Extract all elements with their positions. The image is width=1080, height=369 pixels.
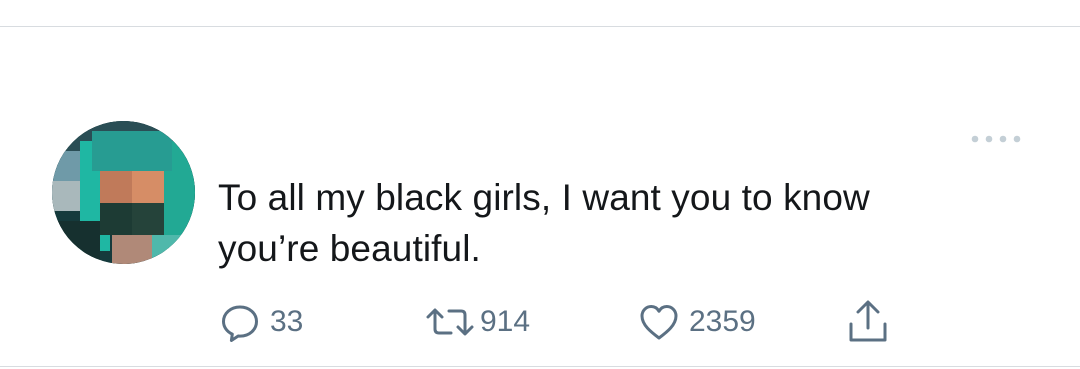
retweet-count: 914 xyxy=(480,305,531,338)
tweet-text-line-1: To all my black girls, I want you to kno… xyxy=(218,177,870,218)
reply-button[interactable]: 33 xyxy=(218,296,303,348)
like-button[interactable]: 2359 xyxy=(637,296,756,348)
retweet-icon xyxy=(426,308,474,336)
reply-count: 33 xyxy=(270,305,304,338)
avatar[interactable] xyxy=(52,121,195,264)
tweet-text-line-2: you’re beautiful. xyxy=(218,228,481,269)
share-button[interactable] xyxy=(846,296,890,348)
reply-icon xyxy=(222,305,258,342)
top-divider xyxy=(0,26,1080,27)
share-icon xyxy=(849,300,887,342)
bottom-divider xyxy=(0,366,1080,367)
like-count: 2359 xyxy=(689,305,756,338)
more-dots-icon xyxy=(971,135,1021,143)
blurred-profile-photo-icon xyxy=(52,121,195,264)
tweet-actions: 33 914 2359 xyxy=(0,296,1080,348)
tweet-text: To all my black girls, I want you to kno… xyxy=(218,172,1018,274)
more-options-button[interactable] xyxy=(966,128,1028,150)
retweet-button[interactable]: 914 xyxy=(424,296,530,348)
heart-icon xyxy=(640,305,678,340)
